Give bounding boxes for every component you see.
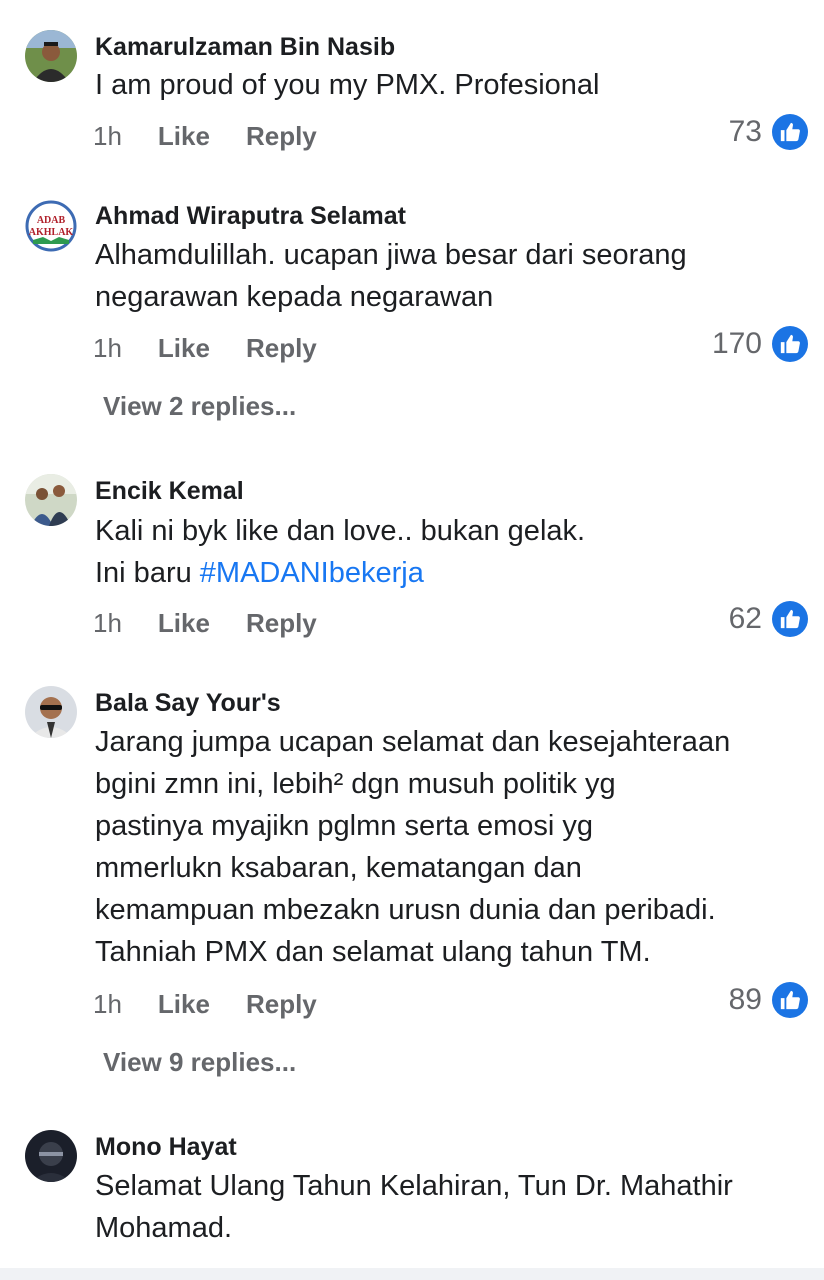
comment-text-prefix: Ini baru — [95, 557, 200, 589]
comment-author[interactable]: Ahmad Wiraputra Selamat — [95, 202, 406, 231]
reaction-summary[interactable]: 89 — [729, 982, 808, 1018]
reaction-count: 62 — [728, 602, 762, 635]
reply-button[interactable]: Reply — [246, 121, 317, 151]
reaction-count: 170 — [711, 327, 762, 360]
comment-line: pastinya myajikn pglmn serta emosi yg — [95, 810, 594, 842]
comment-line: Kali ni byk like dan love.. bukan gelak. — [95, 515, 586, 547]
comment-actions: 1h Like Reply — [93, 333, 317, 364]
reaction-summary[interactable]: 73 — [729, 114, 808, 150]
comment-text: I am proud of you my PMX. Profesional — [95, 64, 810, 106]
comment-line: Ini baru #MADANIbekerja — [95, 552, 810, 594]
comment-time[interactable]: 1h — [93, 608, 122, 638]
comment-line: kemampuan mbezakn urusn dunia dan periba… — [95, 894, 716, 926]
comment-author[interactable]: Kamarulzaman Bin Nasib — [95, 33, 395, 62]
avatar-logo-text: ADAB — [37, 215, 66, 226]
comment-line: bgini zmn ini, lebih² dgn musuh politik … — [95, 768, 616, 800]
like-button[interactable]: Like — [158, 989, 210, 1019]
avatar[interactable]: ADAB AKHLAK — [25, 200, 77, 252]
thumbs-up-icon — [772, 326, 808, 362]
hashtag-link[interactable]: #MADANIbekerja — [200, 557, 424, 589]
comment-time[interactable]: 1h — [93, 989, 122, 1019]
comment-line: negarawan kepada negarawan — [95, 281, 494, 313]
like-button[interactable]: Like — [158, 608, 210, 638]
comment-author[interactable]: Encik Kemal — [95, 477, 244, 506]
comment-author[interactable]: Mono Hayat — [95, 1133, 237, 1162]
comment-line: Selamat Ulang Tahun Kelahiran, Tun Dr. M… — [95, 1170, 733, 1202]
like-button[interactable]: Like — [158, 121, 210, 151]
comment-text: Kali ni byk like dan love.. bukan gelak.… — [95, 510, 810, 594]
comment-author[interactable]: Bala Say Your's — [95, 689, 281, 718]
comment-line: Jarang jumpa ucapan selamat dan kesejaht… — [95, 726, 731, 758]
comment-text: Alhamdulillah. ucapan jiwa besar dari se… — [95, 234, 810, 318]
avatar[interactable] — [25, 474, 77, 526]
reply-button[interactable]: Reply — [246, 333, 317, 363]
comment-line: Tahniah PMX dan selamat ulang tahun TM. — [95, 936, 651, 968]
avatar[interactable] — [25, 30, 77, 82]
reaction-count: 73 — [728, 115, 762, 148]
comment-line: I am proud of you my PMX. Profesional — [95, 69, 600, 101]
comments-feed: Kamarulzaman Bin Nasib I am proud of you… — [0, 0, 824, 1280]
reply-button[interactable]: Reply — [246, 989, 317, 1019]
avatar[interactable] — [25, 686, 77, 738]
comment-actions: 1h Like Reply — [93, 608, 317, 639]
thumbs-up-icon — [772, 601, 808, 637]
reaction-summary[interactable]: 62 — [729, 601, 808, 637]
like-button[interactable]: Like — [158, 333, 210, 363]
thumbs-up-icon — [772, 114, 808, 150]
comment-actions: 1h Like Reply — [93, 121, 317, 152]
reaction-count: 89 — [728, 983, 762, 1016]
comment-line: Alhamdulillah. ucapan jiwa besar dari se… — [95, 239, 687, 271]
comment-time[interactable]: 1h — [93, 121, 122, 151]
reaction-summary[interactable]: 170 — [712, 326, 808, 362]
view-replies-link[interactable]: View 2 replies... — [103, 391, 296, 422]
comment-line: Mohamad. — [95, 1212, 233, 1244]
avatar[interactable] — [25, 1130, 77, 1182]
thumbs-up-icon — [772, 982, 808, 1018]
comment-line: mmerlukn ksabaran, kematangan dan — [95, 852, 582, 884]
comment-text: Jarang jumpa ucapan selamat dan kesejaht… — [95, 721, 810, 973]
view-replies-link[interactable]: View 9 replies... — [103, 1047, 296, 1078]
reply-button[interactable]: Reply — [246, 608, 317, 638]
bottom-edge — [0, 1268, 824, 1280]
comment-actions: 1h Like Reply — [93, 989, 317, 1020]
comment-time[interactable]: 1h — [93, 333, 122, 363]
avatar-logo-text: AKHLAK — [29, 227, 74, 238]
comment-text: Selamat Ulang Tahun Kelahiran, Tun Dr. M… — [95, 1165, 810, 1249]
